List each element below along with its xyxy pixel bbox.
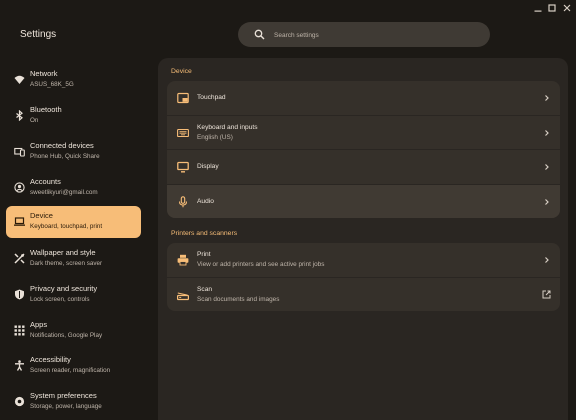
external-link-icon (542, 290, 551, 299)
row-label: Scan (197, 285, 213, 293)
sidebar-item-sublabel: Lock screen, controls (30, 296, 90, 303)
sidebar-item-label: Device (30, 211, 53, 220)
sidebar-item-privacy[interactable]: Privacy and security Lock screen, contro… (6, 279, 141, 311)
sidebar-item-label: Accessibility (30, 355, 71, 364)
microphone-icon (177, 195, 189, 208)
sidebar-item-bluetooth[interactable]: Bluetooth On (6, 100, 141, 132)
row-touchpad[interactable]: Touchpad (167, 81, 560, 116)
sidebar-item-sublabel: Keyboard, touchpad, print (30, 223, 103, 230)
sidebar-item-accounts[interactable]: Accounts sweetlikyuri@gmail.com (6, 172, 141, 204)
sidebar-item-network[interactable]: Network ASUS_68K_5G (6, 64, 141, 96)
sidebar-item-sublabel: Screen reader, magnification (30, 367, 111, 374)
system-preferences-icon (14, 396, 25, 407)
chevron-right-icon (544, 94, 550, 102)
main-panel: Device Touchpad Keyboard and inputs Engl… (158, 58, 568, 420)
row-audio[interactable]: Audio (167, 184, 560, 218)
sidebar-item-label: Privacy and security (30, 284, 98, 293)
sidebar-item-apps[interactable]: Apps Notifications, Google Play (6, 315, 141, 347)
sidebar-item-accessibility[interactable]: Accessibility Screen reader, magnificati… (6, 350, 141, 382)
row-label: Touchpad (197, 94, 226, 101)
sidebar-item-label: Accounts (30, 177, 61, 186)
row-sublabel: View or add printers and see active prin… (197, 261, 325, 268)
sidebar-item-sublabel: Dark theme, screen saver (30, 260, 103, 267)
sidebar-item-system-preferences[interactable]: System preferences Storage, power, langu… (6, 386, 141, 418)
title-bar (0, 0, 576, 16)
sidebar-item-wallpaper[interactable]: Wallpaper and style Dark theme, screen s… (6, 243, 141, 275)
display-icon (177, 161, 189, 173)
section-title-device: Device (171, 68, 192, 75)
sidebar-item-label: Bluetooth (30, 105, 62, 114)
chevron-right-icon (544, 163, 550, 171)
row-label: Keyboard and inputs (197, 123, 258, 131)
printers-card: Print View or add printers and see activ… (167, 243, 560, 311)
sidebar-item-device[interactable]: Device Keyboard, touchpad, print (6, 206, 141, 238)
account-icon (14, 182, 25, 193)
palette-icon (14, 253, 25, 264)
sidebar-item-sublabel: sweetlikyuri@gmail.com (30, 189, 98, 196)
laptop-icon (14, 216, 25, 227)
sidebar-item-label: Wallpaper and style (30, 248, 96, 257)
minimize-icon[interactable] (531, 1, 545, 15)
accessibility-icon (14, 360, 25, 371)
close-icon[interactable] (560, 1, 574, 15)
sidebar-item-sublabel: Phone Hub, Quick Share (30, 153, 100, 160)
row-display[interactable]: Display (167, 150, 560, 185)
row-label: Audio (197, 197, 214, 205)
chevron-right-icon (544, 198, 550, 206)
sidebar-item-label: Network (30, 69, 58, 78)
sidebar-item-label: Connected devices (30, 141, 94, 150)
keyboard-icon (177, 127, 189, 139)
sidebar-item-label: Apps (30, 320, 48, 329)
scanner-icon (177, 289, 189, 301)
sidebar-item-sublabel: ASUS_68K_5G (30, 81, 74, 88)
app-title: Settings (20, 29, 57, 40)
apps-grid-icon (14, 325, 25, 336)
chevron-right-icon (544, 256, 550, 264)
sidebar-item-label: System preferences (30, 391, 97, 400)
sidebar-item-connected-devices[interactable]: Connected devices Phone Hub, Quick Share (6, 136, 141, 168)
wifi-icon (14, 74, 25, 85)
row-label: Display (197, 163, 219, 170)
row-scan[interactable]: Scan Scan documents and images (167, 278, 560, 312)
shield-icon (14, 289, 25, 300)
sidebar-item-sublabel: On (30, 117, 39, 124)
row-sublabel: Scan documents and images (197, 295, 280, 303)
row-label: Print (197, 251, 211, 258)
row-print[interactable]: Print View or add printers and see activ… (167, 243, 560, 278)
sidebar-item-sublabel: Notifications, Google Play (30, 332, 103, 339)
device-card: Touchpad Keyboard and inputs English (US… (167, 81, 560, 218)
connected-devices-icon (14, 146, 25, 157)
chevron-right-icon (544, 129, 550, 137)
search-input[interactable] (272, 26, 476, 45)
search-bar[interactable] (238, 22, 490, 47)
bluetooth-icon (14, 110, 25, 121)
maximize-icon[interactable] (545, 1, 559, 15)
row-keyboard-and-inputs[interactable]: Keyboard and inputs English (US) (167, 116, 560, 150)
search-icon (254, 29, 265, 40)
printer-icon (177, 254, 189, 266)
section-title-printers: Printers and scanners (171, 230, 238, 237)
touchpad-icon (177, 92, 189, 104)
sidebar-item-sublabel: Storage, power, language (30, 403, 102, 410)
row-sublabel: English (US) (197, 133, 233, 141)
